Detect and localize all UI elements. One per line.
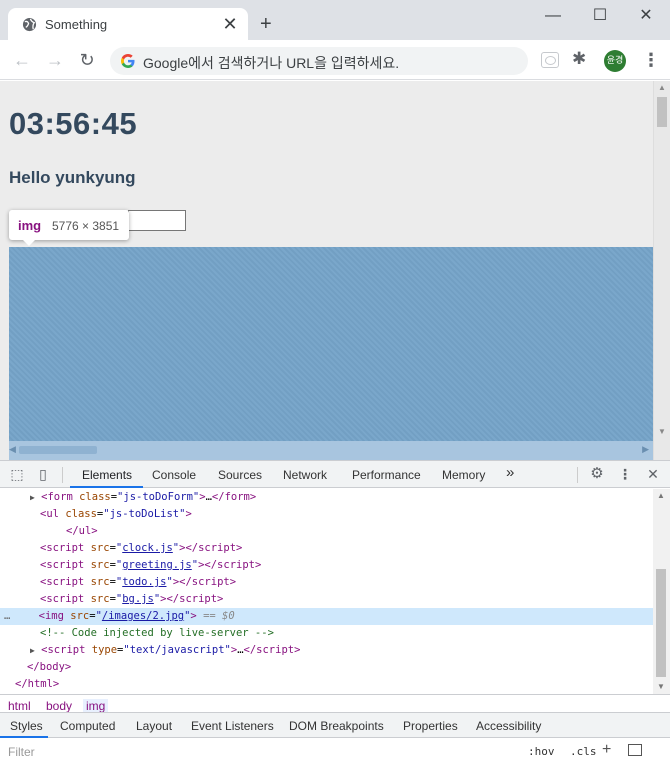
extensions-puzzle-icon[interactable]: ✱ <box>572 49 586 69</box>
background-image-texture <box>9 247 653 441</box>
dom-node-html-close[interactable]: </html> <box>0 676 653 693</box>
devtools-tabbar: ⬚ ▯ Elements Console Sources Network Per… <box>0 461 670 488</box>
node-actions-icon[interactable]: … <box>0 610 10 622</box>
scroll-thumb[interactable] <box>657 97 667 127</box>
devtools-menu-icon[interactable]: ⋮ <box>617 466 633 482</box>
tab-console[interactable]: Console <box>152 468 196 482</box>
scroll-thumb[interactable] <box>656 569 666 677</box>
browser-tab[interactable]: Something ✕ <box>8 8 248 40</box>
reload-icon[interactable]: ↻ <box>75 48 99 72</box>
browser-titlebar: Something ✕ + — ☐ ✕ <box>0 0 670 40</box>
tab-dom-breakpoints[interactable]: DOM Breakpoints <box>289 719 384 733</box>
separator <box>577 467 578 483</box>
back-arrow-icon[interactable]: ← <box>10 48 34 72</box>
omnibox[interactable]: Google에서 검색하거나 URL을 입력하세요. <box>110 47 528 75</box>
tab-properties[interactable]: Properties <box>403 719 458 733</box>
todo-input[interactable] <box>128 210 186 231</box>
tab-computed[interactable]: Computed <box>60 719 115 733</box>
dom-node-script-inline[interactable]: ▶ <script type="text/javascript">…</scri… <box>0 642 653 659</box>
page-viewport: 03:56:45 Hello yunkyung img 5776 × 3851 … <box>0 81 670 460</box>
tooltip-tag: img <box>18 218 42 233</box>
horizontal-scrollbar[interactable]: ◀ ▶ <box>9 441 653 460</box>
tab-accessibility[interactable]: Accessibility <box>476 719 541 733</box>
tab-title: Something <box>45 17 108 32</box>
tab-performance[interactable]: Performance <box>352 468 421 482</box>
more-tabs-icon[interactable]: » <box>506 464 514 481</box>
styles-subtabs: Styles Computed Layout Event Listeners D… <box>0 712 670 738</box>
tab-network[interactable]: Network <box>283 468 327 482</box>
tab-elements[interactable]: Elements <box>82 468 132 482</box>
hov-button[interactable]: :hov <box>528 745 555 758</box>
gear-icon[interactable]: ⚙ <box>589 466 605 482</box>
dom-node-script[interactable]: <script src="todo.js"></script> <box>0 574 653 591</box>
forward-arrow-icon[interactable]: → <box>43 48 67 72</box>
dom-node-script[interactable]: <script src="greeting.js"></script> <box>0 557 653 574</box>
scroll-left-icon[interactable]: ◀ <box>9 444 16 455</box>
expand-triangle-icon[interactable]: ▶ <box>0 646 35 655</box>
tab-event-listeners[interactable]: Event Listeners <box>191 719 274 733</box>
dom-tree[interactable]: ▶ <form class="js-toDoForm">…</form> <ul… <box>0 489 653 694</box>
clock-text: 03:56:45 <box>9 106 138 141</box>
dom-node-comment[interactable]: <!-- Code injected by live-server --> <box>0 625 653 642</box>
new-tab-button[interactable]: + <box>260 14 272 34</box>
dom-node-body-close[interactable]: </body> <box>0 659 653 676</box>
inspect-element-icon[interactable]: ⬚ <box>9 466 25 482</box>
google-icon <box>121 54 135 68</box>
styles-filter-row: Filter :hov .cls + <box>0 738 670 769</box>
tab-sources[interactable]: Sources <box>218 468 262 482</box>
add-rule-icon[interactable]: + <box>602 741 611 759</box>
tab-layout[interactable]: Layout <box>136 719 172 733</box>
globe-icon <box>22 17 37 32</box>
separator <box>62 467 63 483</box>
element-inspect-tooltip: img 5776 × 3851 <box>9 210 129 246</box>
vertical-scrollbar[interactable]: ▲ ▼ <box>653 81 670 460</box>
tab-styles[interactable]: Styles <box>10 719 43 733</box>
window-close-button[interactable]: ✕ <box>631 6 661 26</box>
browser-menu-icon[interactable]: ⋮ <box>642 49 660 71</box>
dom-node-form[interactable]: ▶ <form class="js-toDoForm">…</form> <box>0 489 653 506</box>
profile-avatar[interactable]: 윤경 <box>604 50 626 72</box>
scroll-right-icon[interactable]: ▶ <box>642 444 649 455</box>
greeting-text: Hello yunkyung <box>9 168 136 187</box>
dom-node-ul[interactable]: <ul class="js-toDoList"> <box>0 506 653 523</box>
styles-filter-input[interactable]: Filter <box>8 745 35 759</box>
dom-tree-scrollbar[interactable]: ▲ ▼ <box>653 489 670 694</box>
expand-triangle-icon[interactable]: ▶ <box>0 493 35 502</box>
dom-node-script[interactable]: <script src="clock.js"></script> <box>0 540 653 557</box>
dom-node-script[interactable]: <script src="bg.js"></script> <box>0 591 653 608</box>
breadcrumb-html[interactable]: html <box>8 699 31 712</box>
devtools-panel: ⬚ ▯ Elements Console Sources Network Per… <box>0 460 670 768</box>
browser-toolbar: ← → ↻ Google에서 검색하거나 URL을 입력하세요. ✱ 윤경 ⋮ <box>0 40 670 80</box>
scroll-down-icon[interactable]: ▼ <box>657 682 665 691</box>
dom-node-ul-close[interactable]: </ul> <box>0 523 653 540</box>
device-toolbar-icon[interactable]: ▯ <box>35 466 51 482</box>
close-icon[interactable]: ✕ <box>645 466 661 482</box>
tab-memory[interactable]: Memory <box>442 468 485 482</box>
dom-node-img-selected[interactable]: … <img src="/images/2.jpg"> == $0 <box>0 608 653 625</box>
scroll-up-icon[interactable]: ▲ <box>658 83 666 92</box>
active-tab-indicator <box>70 486 143 488</box>
scroll-up-icon[interactable]: ▲ <box>657 491 665 500</box>
scroll-down-icon[interactable]: ▼ <box>658 427 666 436</box>
omnibox-placeholder: Google에서 검색하거나 URL을 입력하세요. <box>143 55 400 71</box>
breadcrumb-img[interactable]: img <box>83 699 109 712</box>
breadcrumb-body[interactable]: body <box>46 699 72 712</box>
tab-close-icon[interactable]: ✕ <box>220 14 240 34</box>
extension-icon[interactable] <box>541 52 559 68</box>
maximize-button[interactable]: ☐ <box>585 6 615 26</box>
cls-button[interactable]: .cls <box>570 745 597 758</box>
minimize-button[interactable]: — <box>538 6 568 26</box>
tooltip-size: 5776 × 3851 <box>52 219 120 233</box>
toggle-sidebar-icon[interactable] <box>628 744 642 756</box>
scroll-thumb[interactable] <box>19 446 97 454</box>
breadcrumb: html body img <box>0 694 670 712</box>
